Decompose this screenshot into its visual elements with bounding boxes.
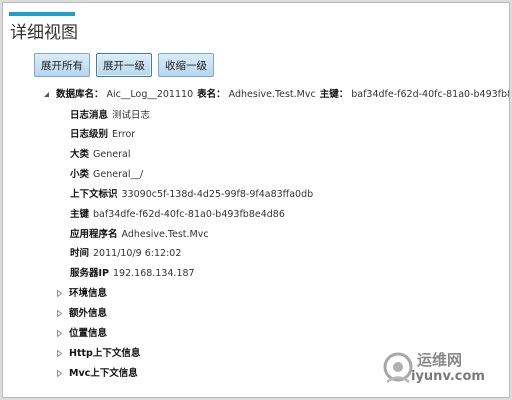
field-row-subcategory: 小类 General__/ <box>70 168 143 181</box>
tree-node-http-context[interactable]: Http上下文信息 <box>56 347 140 360</box>
expanded-triangle-icon[interactable] <box>43 91 50 98</box>
field-row-app-name: 应用程序名 Adhesive.Test.Mvc <box>70 228 209 241</box>
field-row-category: 大类 General <box>70 148 130 161</box>
tree-node-extra[interactable]: 额外信息 <box>56 307 107 320</box>
expand-one-level-button[interactable]: 展开一级 <box>96 53 152 77</box>
collapse-one-level-button[interactable]: 收缩一级 <box>158 53 214 77</box>
field-label: 主键 <box>70 209 90 220</box>
field-row-time: 时间 2011/10/9 6:12:02 <box>70 247 181 260</box>
tree-node-label: Mvc上下文信息 <box>69 368 138 379</box>
field-label: 小类 <box>70 169 90 180</box>
title-accent-bar <box>9 12 75 16</box>
field-label: 上下文标识 <box>70 189 118 200</box>
field-value: 192.168.134.187 <box>113 268 195 279</box>
tree-node-mvc-context[interactable]: Mvc上下文信息 <box>56 367 138 380</box>
tree-node-label: 环境信息 <box>69 288 108 299</box>
field-row-context-id: 上下文标识 33090c5f-138d-4d25-99f8-9f4a83ffa0… <box>70 188 313 201</box>
collapsed-triangle-icon[interactable] <box>56 290 63 297</box>
expand-all-button[interactable]: 展开所有 <box>34 53 90 77</box>
field-label: 应用程序名 <box>70 229 118 240</box>
field-value: baf34dfe-f62d-40fc-81a0-b493fb8e4d86 <box>93 209 285 220</box>
toolbar: 展开所有 展开一级 收缩一级 <box>34 53 214 77</box>
field-label: 日志级别 <box>70 129 109 140</box>
tree-node-label: 位置信息 <box>69 328 108 339</box>
window-frame: 详细视图 展开所有 展开一级 收缩一级 数据库名： Aic__Log__2011… <box>2 2 510 398</box>
field-value: 2011/10/9 6:12:02 <box>93 248 182 259</box>
field-value: 33090c5f-138d-4d25-99f8-9f4a83ffa0db <box>121 189 314 200</box>
watermark-text-cn: 运维网 <box>417 351 463 369</box>
field-value: Error <box>112 129 136 140</box>
site-watermark: 运维网 iyunv.com <box>381 347 501 391</box>
field-row-server-ip: 服务器IP 192.168.134.187 <box>70 267 195 280</box>
field-value: General <box>93 149 131 160</box>
field-label: 服务器IP <box>70 268 109 279</box>
primary-key-label: 主键： <box>319 89 349 100</box>
page-title: 详细视图 <box>10 23 78 43</box>
collapsed-triangle-icon[interactable] <box>56 330 63 337</box>
field-value: Adhesive.Test.Mvc <box>121 229 209 240</box>
table-name-label: 表名： <box>197 89 226 100</box>
field-value: 测试日志 <box>112 110 151 121</box>
db-name-label: 数据库名： <box>56 89 104 100</box>
collapsed-triangle-icon[interactable] <box>56 350 63 357</box>
collapsed-triangle-icon[interactable] <box>56 310 63 317</box>
tree-node-location[interactable]: 位置信息 <box>56 327 107 340</box>
field-row-message: 日志消息 测试日志 <box>70 109 150 122</box>
primary-key-value: baf34dfe-f62d-40fc-81a0-b493fb8e4d86 <box>351 89 509 100</box>
watermark-text-url: iyunv.com <box>411 369 485 384</box>
watermark-logo-icon <box>383 352 413 383</box>
field-value: General__/ <box>93 169 144 180</box>
field-label: 大类 <box>70 149 90 160</box>
field-label: 时间 <box>70 248 90 259</box>
collapsed-triangle-icon[interactable] <box>56 370 63 377</box>
tree-root-node[interactable]: 数据库名： Aic__Log__201110 表名： Adhesive.Test… <box>43 88 509 101</box>
tree-node-environment[interactable]: 环境信息 <box>56 287 107 300</box>
table-name-value: Adhesive.Test.Mvc <box>228 89 316 100</box>
field-row-level: 日志级别 Error <box>70 128 135 141</box>
tree-node-label: Http上下文信息 <box>69 348 141 359</box>
field-row-primary-key: 主键 baf34dfe-f62d-40fc-81a0-b493fb8e4d86 <box>70 208 285 221</box>
field-label: 日志消息 <box>70 110 109 121</box>
tree-node-label: 额外信息 <box>69 308 108 319</box>
db-name-value: Aic__Log__201110 <box>106 89 194 100</box>
